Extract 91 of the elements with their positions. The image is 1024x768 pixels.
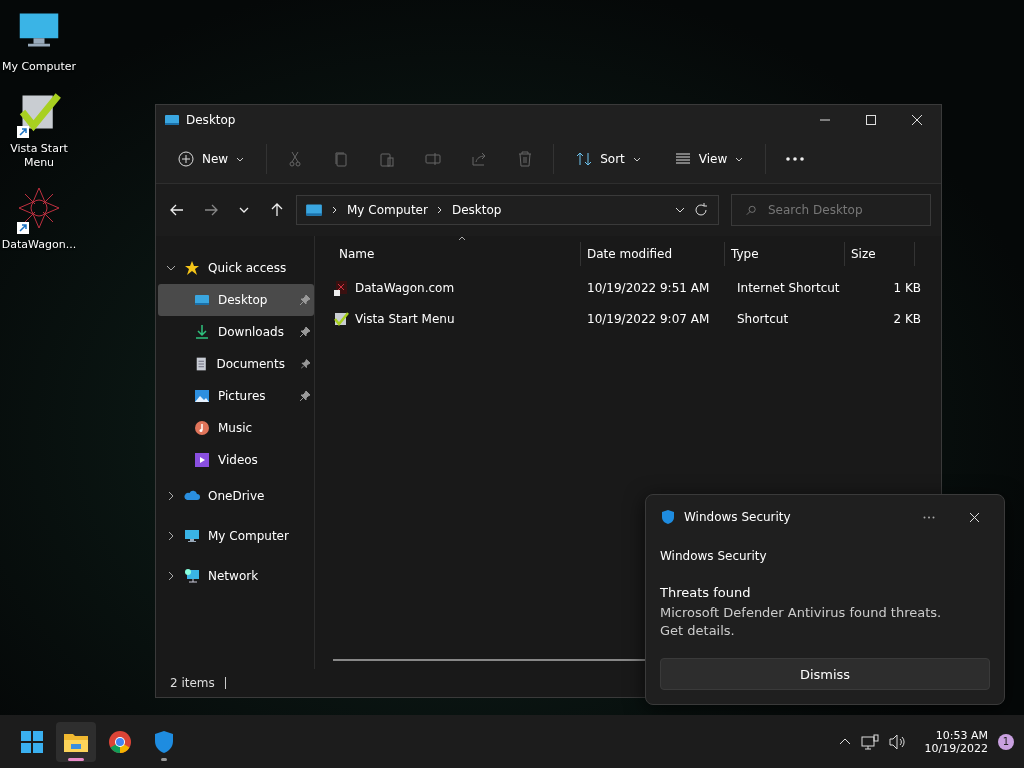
up-arrow-icon[interactable]: [270, 203, 284, 217]
checkmark-cube-icon: [333, 310, 349, 327]
shield-icon: [660, 509, 676, 525]
column-header[interactable]: Size: [845, 242, 915, 266]
dismiss-button[interactable]: Dismiss: [660, 658, 990, 690]
sidebar-item[interactable]: Downloads: [158, 316, 314, 348]
sidebar-item[interactable]: Pictures: [158, 380, 314, 412]
forward-arrow-icon[interactable]: [204, 203, 218, 217]
desktop-icon-label[interactable]: DataWagon...: [1, 238, 77, 252]
file-name[interactable]: Vista Start Menu: [355, 311, 455, 326]
more-options-icon[interactable]: [786, 157, 805, 161]
breadcrumb-item[interactable]: My Computer: [347, 203, 428, 217]
status-text: 2 items: [170, 676, 215, 690]
search-icon: [746, 203, 756, 217]
chevron-right-icon: [331, 206, 339, 214]
desktop-icon-label[interactable]: Vista Start Menu: [1, 142, 77, 170]
shield-icon: [152, 729, 176, 754]
desktop-folder-icon: [305, 201, 323, 219]
star-pattern-icon: [17, 186, 61, 230]
network-icon: [184, 568, 200, 584]
clock-time[interactable]: 10:53 AM: [935, 728, 988, 742]
app-name: Windows Security: [684, 510, 791, 524]
sidebar-item[interactable]: Videos: [158, 444, 314, 476]
network-icon[interactable]: [860, 733, 879, 750]
music-icon: [194, 420, 210, 436]
table-cell-text: Internet Shortcut: [736, 280, 841, 295]
browser-icon: [108, 729, 132, 754]
sort-caret-icon: [458, 236, 466, 241]
table-cell-text: 1 KB: [892, 280, 922, 295]
cut-icon[interactable]: [287, 151, 304, 167]
checkmark-cube-icon: [17, 90, 61, 134]
sidebar-item[interactable]: Desktop: [158, 284, 314, 316]
caret-icon: [632, 155, 641, 163]
plus-icon: [178, 151, 194, 167]
address-bar[interactable]: My Computer Desktop: [296, 195, 719, 225]
monitor-icon: [184, 528, 200, 544]
picture-icon: [194, 388, 210, 404]
sidebar-item[interactable]: Documents: [158, 348, 314, 380]
speaker-icon[interactable]: [888, 733, 907, 750]
notification-message: Microsoft Defender Antivirus found threats. Get details.: [660, 604, 943, 640]
more-options-icon[interactable]: [923, 515, 935, 519]
close-icon[interactable]: [969, 511, 980, 523]
search-input[interactable]: Search Desktop: [766, 202, 920, 218]
chevron-right-icon[interactable]: [166, 531, 176, 541]
clock-date[interactable]: 10/19/2022: [924, 741, 988, 755]
sidebar-item[interactable]: Quick access: [208, 261, 287, 275]
table-cell-text: 2 KB: [892, 311, 922, 326]
caret-icon: [236, 155, 245, 163]
back-arrow-icon[interactable]: [170, 203, 184, 217]
windows-logo-icon: [20, 729, 44, 754]
column-header[interactable]: Name: [333, 242, 581, 266]
share-icon[interactable]: [471, 151, 488, 167]
sidebar-item[interactable]: My Computer: [208, 529, 289, 543]
notification-heading: Threats found: [660, 585, 752, 600]
table-cell-text: 10/19/2022 9:51 AM: [586, 280, 711, 295]
table-cell-text: Shortcut: [736, 311, 790, 326]
star-icon: [184, 260, 200, 276]
desktop-icon-label[interactable]: My Computer: [1, 60, 77, 74]
file-name[interactable]: DataWagon.com: [355, 280, 455, 295]
desktop-folder-icon: [164, 112, 180, 128]
chevron-right-icon: [435, 206, 444, 214]
breadcrumb-item[interactable]: Desktop: [451, 203, 502, 217]
window-title: Desktop: [186, 113, 236, 127]
chevron-right-icon[interactable]: [166, 571, 176, 581]
caret-icon: [735, 155, 744, 163]
close-icon[interactable]: [911, 114, 923, 126]
delete-icon[interactable]: [517, 151, 534, 167]
chevron-down-icon[interactable]: [166, 263, 176, 273]
sort-button[interactable]: Sort: [574, 147, 643, 171]
list-view-icon: [674, 151, 691, 167]
sidebar-item[interactable]: OneDrive: [208, 489, 265, 503]
search-field[interactable]: Search Desktop: [731, 194, 931, 226]
maximize-icon[interactable]: [865, 114, 877, 126]
table-cell-text: 10/19/2022 9:07 AM: [586, 311, 711, 326]
desktop-folder-icon: [194, 292, 210, 308]
column-header[interactable]: Date modified: [581, 242, 725, 266]
new-button[interactable]: New: [176, 147, 247, 171]
notification-count[interactable]: 1: [998, 733, 1014, 750]
chevron-right-icon[interactable]: [166, 491, 176, 501]
sort-arrows-icon: [576, 151, 593, 167]
notification-source: Windows Security: [660, 549, 768, 563]
document-icon: [194, 356, 209, 372]
taskbar-app-button[interactable]: [56, 721, 96, 762]
column-header[interactable]: Type: [725, 242, 845, 266]
view-button[interactable]: View: [672, 147, 746, 171]
sidebar-item[interactable]: Network: [208, 569, 259, 583]
refresh-icon[interactable]: [694, 203, 708, 217]
video-icon: [194, 452, 210, 468]
web-shortcut-icon: [333, 279, 349, 296]
sidebar-item[interactable]: Music: [158, 412, 314, 444]
download-icon: [194, 324, 210, 340]
